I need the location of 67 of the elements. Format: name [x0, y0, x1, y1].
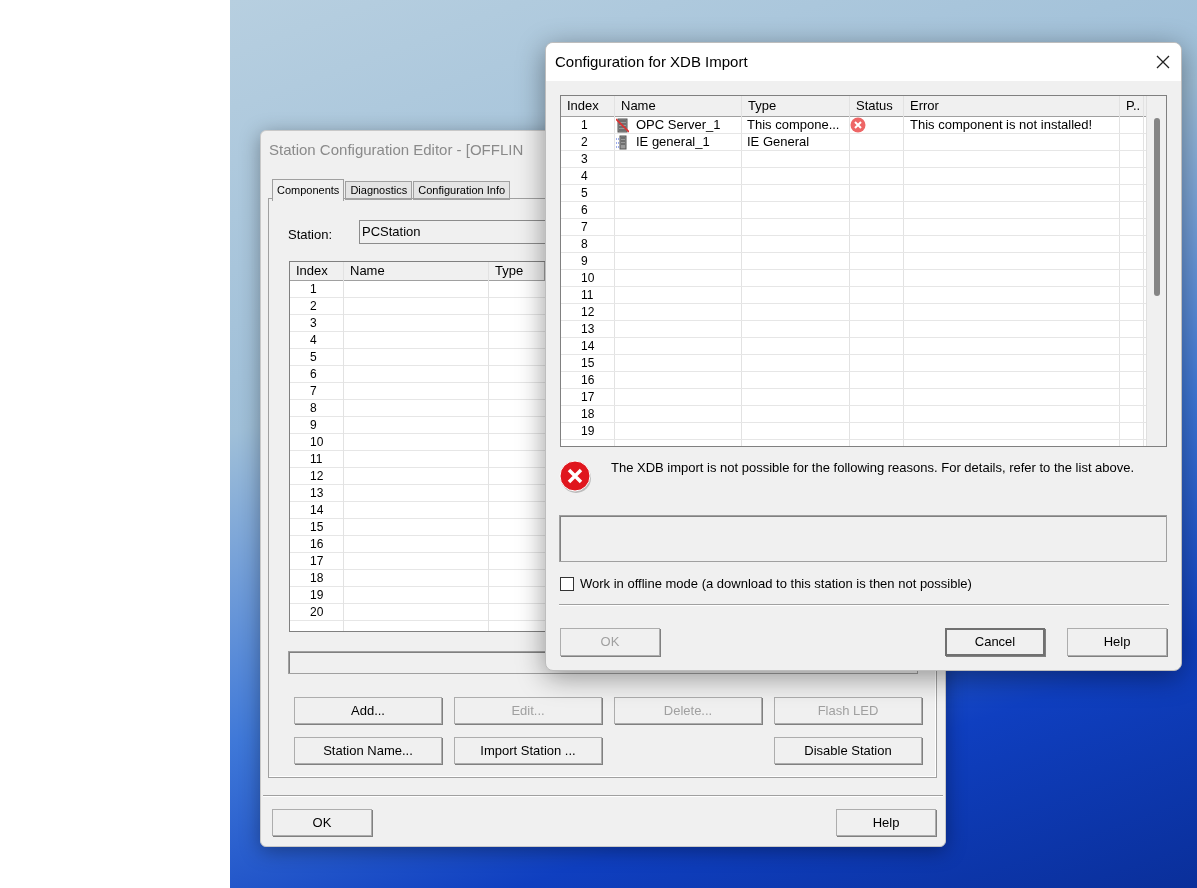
table-cell-text: 8	[309, 400, 318, 416]
network-module-icon	[616, 134, 629, 150]
table-cell-text: 11	[309, 451, 324, 467]
table-cell-text: 5	[309, 349, 318, 365]
table-cell-text: 14	[580, 338, 596, 354]
tab[interactable]: Configuration Info	[413, 181, 511, 200]
scrollbar[interactable]	[1146, 96, 1166, 446]
table-cell-text: 16	[580, 372, 596, 388]
table-cell-text: 3	[580, 151, 589, 167]
dialog-button[interactable]: Help	[1067, 628, 1167, 656]
checkbox[interactable]	[560, 576, 574, 591]
tab[interactable]: Diagnostics	[345, 181, 413, 200]
tab[interactable]: Components	[272, 179, 345, 201]
table-cell-text: This compone...	[746, 117, 841, 133]
dialog-button[interactable]: Cancel	[945, 628, 1045, 656]
dialog-button[interactable]: OK	[272, 809, 372, 836]
table-cell-text: 14	[309, 502, 325, 518]
action-button[interactable]: Station Name...	[294, 737, 442, 764]
table-cell-text: 15	[580, 355, 596, 371]
error-icon	[559, 460, 593, 494]
station-field: PCStation	[359, 220, 545, 244]
error-message: The XDB import is not possible for the following reasons. For details, refer to the list above.	[611, 459, 1135, 477]
table-cell-text: 18	[580, 406, 596, 422]
table-cell-text: 4	[309, 332, 318, 348]
table-cell-text: 5	[580, 185, 589, 201]
table-cell-text: 9	[580, 253, 589, 269]
table-cell-text: IE General	[746, 134, 811, 150]
table-cell-text: 20	[309, 604, 325, 620]
table-cell-text: 11	[580, 287, 595, 303]
table-cell-text: IE general_1	[636, 133, 710, 152]
table-cell-text: 6	[309, 366, 318, 382]
table-cell-text: 10	[580, 270, 596, 286]
action-button[interactable]: Disable Station	[774, 737, 922, 764]
checkbox-label: Work in offline mode (a download to this station is then not possible)	[580, 575, 972, 593]
close-icon[interactable]	[1155, 54, 1171, 70]
scrollbar-thumb[interactable]	[1154, 118, 1160, 296]
action-button[interactable]: Import Station ...	[454, 737, 602, 764]
table-cell-text: 2	[309, 298, 318, 314]
table-cell-text: 2	[580, 134, 589, 150]
dialog-title: Configuration for XDB Import	[555, 51, 748, 72]
table-cell-text: 13	[309, 485, 325, 501]
table-cell-text: 1	[580, 117, 589, 133]
table-cell-text: 17	[309, 553, 325, 569]
table-cell-text: 3	[309, 315, 318, 331]
table-cell-text: 17	[580, 389, 596, 405]
table-cell-text: 7	[580, 219, 589, 235]
table-cell-text: 18	[309, 570, 325, 586]
table-cell-text: 13	[580, 321, 596, 337]
table-cell-text: 12	[309, 468, 325, 484]
table-cell-text: 1	[309, 281, 318, 297]
table-cell-text: OPC Server_1	[636, 116, 721, 135]
table-cell-text: 15	[309, 519, 325, 535]
table-cell-text: This component is not installed!	[909, 117, 1094, 133]
action-button[interactable]: Add...	[294, 697, 442, 724]
table-cell-text: 4	[580, 168, 589, 184]
dialog-button[interactable]: Help	[836, 809, 936, 836]
table-cell-text: 12	[580, 304, 596, 320]
table-cell-text: 6	[580, 202, 589, 218]
station-label: Station:	[288, 226, 333, 244]
table-cell-text: 10	[309, 434, 325, 450]
table-cell-text: 16	[309, 536, 325, 552]
window-title: Station Configuration Editor - [OFFLIN	[269, 140, 524, 160]
table-cell-text: 8	[580, 236, 589, 252]
table-cell-text: 19	[309, 587, 325, 603]
table-cell-text: 7	[309, 383, 318, 399]
table-cell-text: 19	[580, 423, 596, 439]
table-cell-text: 9	[309, 417, 318, 433]
